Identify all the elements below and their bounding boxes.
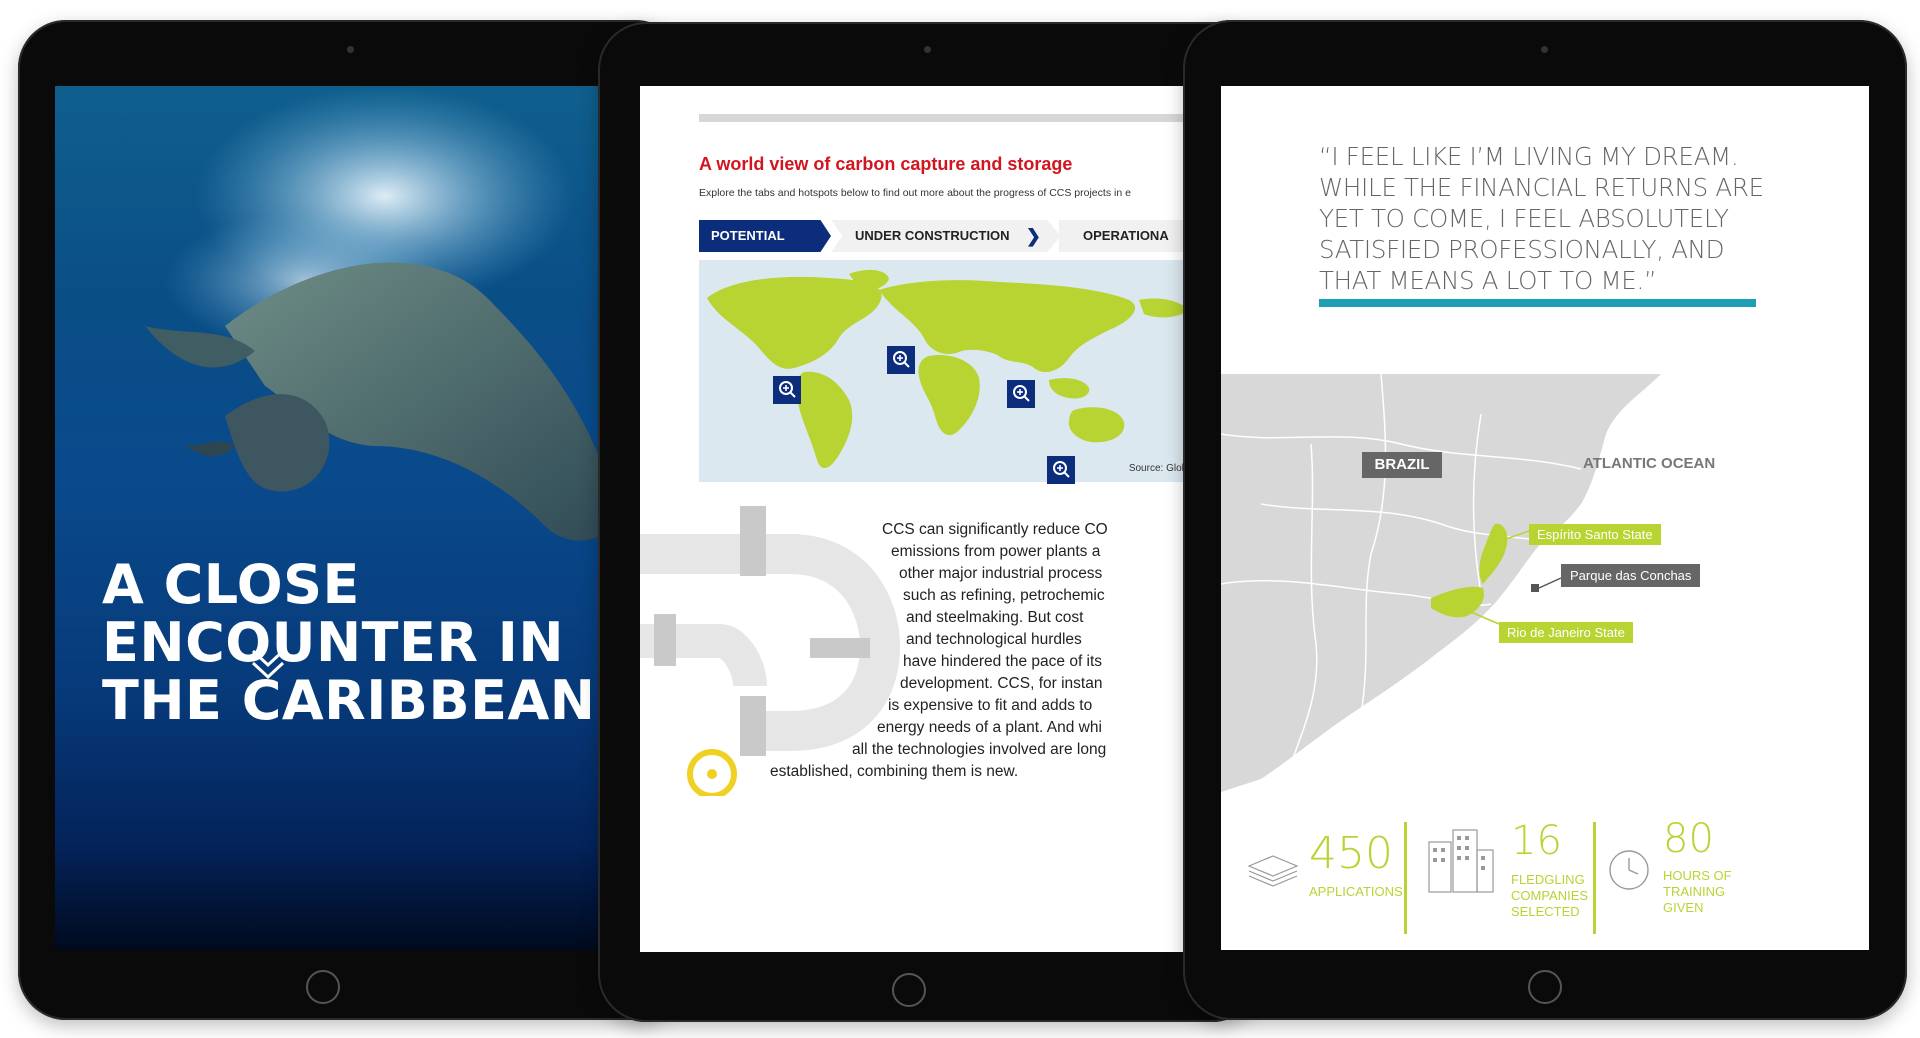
article-headline: A CLOSE ENCOUNTER IN THE CARIBBEAN bbox=[102, 556, 622, 730]
body-line: is expensive to fit and adds to bbox=[888, 697, 1093, 714]
stat-applications-number: 450 bbox=[1309, 828, 1393, 879]
headline-line-3: THE CARIBBEAN bbox=[102, 669, 596, 732]
pull-quote: “I FEEL LIKE I’M LIVING MY DREAM. WHILE … bbox=[1319, 141, 1839, 296]
hotspot-australia[interactable] bbox=[1047, 456, 1075, 484]
body-line: all the technologies involved are long bbox=[852, 741, 1107, 758]
zoom-in-icon bbox=[779, 381, 796, 398]
map-label-rio: Rio de Janeiro State bbox=[1499, 622, 1633, 643]
hotspot-north-america[interactable] bbox=[773, 376, 801, 404]
home-button[interactable] bbox=[1528, 970, 1562, 1004]
label-line: GIVEN bbox=[1663, 900, 1704, 915]
quote-line: YET TO COME, I FEEL ABSOLUTELY bbox=[1319, 204, 1729, 233]
zoom-in-icon bbox=[1053, 461, 1070, 478]
body-line: such as refining, petrochemic bbox=[903, 587, 1105, 604]
quote-line: WHILE THE FINANCIAL RETURNS ARE bbox=[1319, 173, 1764, 202]
zoom-in-icon bbox=[893, 351, 910, 368]
papers-stack-icon bbox=[1247, 855, 1299, 887]
stat-hours-label: HOURS OF TRAINING GIVEN bbox=[1663, 868, 1732, 916]
stat-divider bbox=[1404, 822, 1407, 934]
tab-operational-label: OPERATIONA bbox=[1083, 228, 1169, 243]
body-line: development. CCS, for instan bbox=[900, 675, 1103, 692]
body-line: and technological hurdles bbox=[906, 631, 1082, 648]
whale-screen: A CLOSE ENCOUNTER IN THE CARIBBEAN bbox=[55, 86, 647, 950]
tablet-whale: A CLOSE ENCOUNTER IN THE CARIBBEAN bbox=[18, 20, 683, 1020]
ccs-body-text: CCS can significantly reduce CO emission… bbox=[760, 519, 1230, 783]
headline-line-1: A CLOSE bbox=[102, 553, 360, 616]
quote-line: THAT MEANS A LOT TO ME.” bbox=[1319, 266, 1657, 295]
quote-line: “I FEEL LIKE I’M LIVING MY DREAM. bbox=[1319, 142, 1739, 171]
headline-line-2: ENCOUNTER IN bbox=[102, 611, 565, 674]
brazil-screen: “I FEEL LIKE I’M LIVING MY DREAM. WHILE … bbox=[1221, 86, 1869, 950]
map-label-espirito: Espírito Santo State bbox=[1529, 524, 1661, 545]
hotspot-europe[interactable] bbox=[887, 346, 915, 374]
body-line: emissions from power plants a bbox=[891, 543, 1101, 560]
tablet-ccs: A world view of carbon capture and stora… bbox=[598, 22, 1260, 1022]
home-button[interactable] bbox=[892, 973, 926, 1007]
stats-strip: 450 APPLICATIONS 16 FLEDGLING COMPANIES … bbox=[1221, 804, 1869, 950]
world-map: Source: Global CCS In bbox=[699, 260, 1230, 484]
clock-icon bbox=[1609, 850, 1649, 890]
stat-companies-number: 16 bbox=[1511, 818, 1562, 864]
section-subtitle: Explore the tabs and hotspots below to f… bbox=[699, 187, 1131, 199]
whale-photo bbox=[145, 86, 618, 541]
tab-potential-label: POTENTIAL bbox=[711, 228, 785, 243]
ccs-screen: A world view of carbon capture and stora… bbox=[640, 86, 1230, 952]
world-map-graphic bbox=[707, 269, 1189, 469]
label-line: TRAINING bbox=[1663, 884, 1726, 899]
label-line: HOURS OF bbox=[1663, 868, 1732, 883]
map-label-parque: Parque das Conchas bbox=[1561, 564, 1701, 587]
double-chevron-down-icon[interactable] bbox=[251, 648, 285, 682]
tab-under-construction[interactable]: UNDER CONSTRUCTION ❯ bbox=[831, 220, 1061, 252]
brazil-map-graphic bbox=[1221, 374, 1661, 792]
body-line: CCS can significantly reduce CO bbox=[882, 521, 1108, 538]
label-line: SELECTED bbox=[1511, 904, 1580, 919]
hotspot-asia[interactable] bbox=[1007, 380, 1035, 408]
label-line: COMPANIES bbox=[1511, 888, 1589, 903]
zoom-in-icon bbox=[1013, 385, 1030, 402]
stat-divider bbox=[1593, 822, 1596, 934]
camera-dot bbox=[347, 46, 354, 53]
top-divider bbox=[699, 114, 1230, 122]
map-label-brazil: BRAZIL bbox=[1362, 452, 1442, 478]
body-line: and steelmaking. But cost bbox=[906, 609, 1084, 626]
body-line: have hindered the pace of its bbox=[903, 653, 1103, 670]
chevron-right-icon: ❯ bbox=[1025, 226, 1041, 246]
brazil-map: BRAZIL ATLANTIC OCEAN Espírito Santo Sta… bbox=[1221, 374, 1869, 792]
buildings-icon bbox=[1428, 829, 1494, 893]
label-line: FLEDGLING bbox=[1511, 872, 1585, 887]
section-title: A world view of carbon capture and stora… bbox=[699, 154, 1073, 174]
body-line: other major industrial process bbox=[899, 565, 1103, 582]
body-line: energy needs of a plant. And whi bbox=[877, 719, 1102, 736]
quote-line: SATISFIED PROFESSIONALLY, AND bbox=[1319, 235, 1725, 264]
stat-applications-label: APPLICATIONS bbox=[1309, 884, 1403, 899]
home-button[interactable] bbox=[306, 970, 340, 1004]
body-line: established, combining them is new. bbox=[770, 763, 1019, 780]
camera-dot bbox=[1541, 46, 1548, 53]
tab-under-construction-label: UNDER CONSTRUCTION bbox=[855, 228, 1010, 243]
camera-dot bbox=[924, 46, 931, 53]
tab-potential[interactable]: POTENTIAL bbox=[699, 220, 831, 252]
stat-companies-label: FLEDGLING COMPANIES SELECTED bbox=[1511, 872, 1588, 920]
stat-hours-number: 80 bbox=[1663, 816, 1714, 862]
map-label-ocean: ATLANTIC OCEAN bbox=[1583, 455, 1716, 472]
project-tabs: POTENTIAL UNDER CONSTRUCTION ❯ OPERATION… bbox=[699, 220, 1230, 252]
tablet-brazil: “I FEEL LIKE I’M LIVING MY DREAM. WHILE … bbox=[1183, 20, 1907, 1020]
quote-underline bbox=[1319, 299, 1756, 307]
